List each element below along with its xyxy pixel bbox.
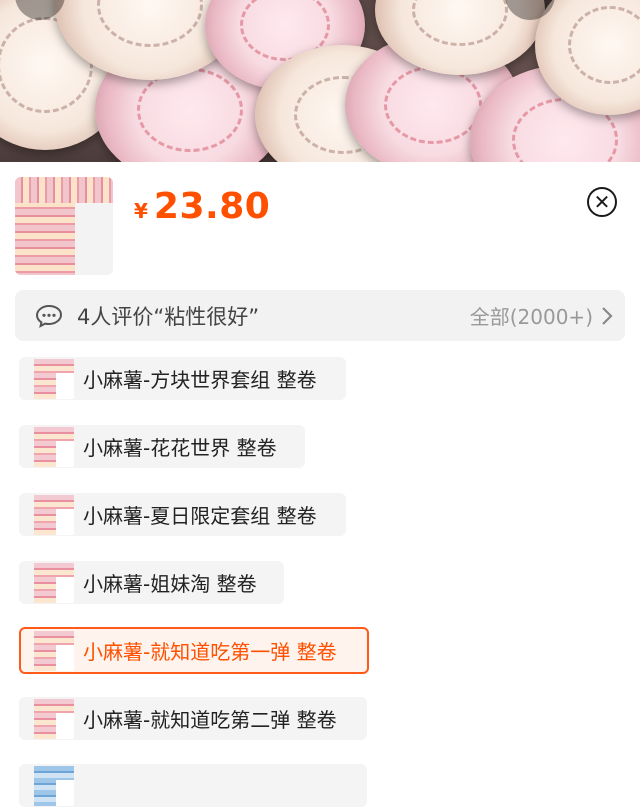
sku-option-label: 小麻薯-就知道吃第二弹 整卷 — [83, 708, 337, 732]
sku-option[interactable]: 小麻薯-花花世界 整卷 — [19, 425, 305, 468]
sku-option-thumbnail — [34, 562, 74, 603]
sku-option[interactable]: 小麻薯-夏日限定套组 整卷 — [19, 493, 346, 536]
reviews-all-link[interactable]: 全部(2000+) — [470, 301, 593, 330]
sku-option-thumbnail — [34, 765, 74, 806]
sku-option-thumbnail — [34, 698, 74, 739]
sku-selection-sheet — [0, 162, 640, 777]
sku-option-label: 小麻薯-方块世界套组 整卷 — [83, 368, 317, 392]
price-value: 23.80 — [153, 186, 271, 227]
sku-option-thumbnail — [34, 630, 74, 671]
sku-option-label: 小麻薯-花花世界 整卷 — [83, 436, 277, 460]
sku-option-thumbnail — [34, 494, 74, 535]
reviews-bar[interactable]: 4人评价“粘性很好” 全部(2000+) — [15, 290, 625, 341]
sku-option[interactable]: 小麻薯-方块世界套组 整卷 — [19, 357, 346, 400]
sku-option-thumbnail — [34, 426, 74, 467]
sku-option[interactable] — [19, 764, 367, 807]
sku-option[interactable]: 小麻薯-就知道吃第二弹 整卷 — [19, 697, 367, 740]
sku-option-selected[interactable]: 小麻薯-就知道吃第一弹 整卷 — [19, 627, 369, 674]
chat-bubble-icon — [35, 304, 63, 328]
reviews-summary: 4人评价“粘性很好” — [77, 304, 260, 329]
close-icon[interactable]: ✕ — [587, 187, 617, 217]
price-display: ¥ 23.80 — [134, 186, 270, 227]
product-hero-image — [0, 0, 640, 163]
sku-option-label: 小麻薯-就知道吃第一弹 整卷 — [83, 640, 337, 664]
sku-option-thumbnail — [34, 358, 74, 399]
chevron-right-icon — [602, 306, 613, 325]
sku-option-label: 小麻薯-夏日限定套组 整卷 — [83, 504, 317, 528]
sku-option-label: 小麻薯-姐妹淘 整卷 — [83, 572, 257, 596]
currency-symbol: ¥ — [134, 199, 148, 223]
sku-option[interactable]: 小麻薯-姐妹淘 整卷 — [19, 561, 284, 604]
selected-sku-thumbnail[interactable] — [15, 177, 113, 275]
